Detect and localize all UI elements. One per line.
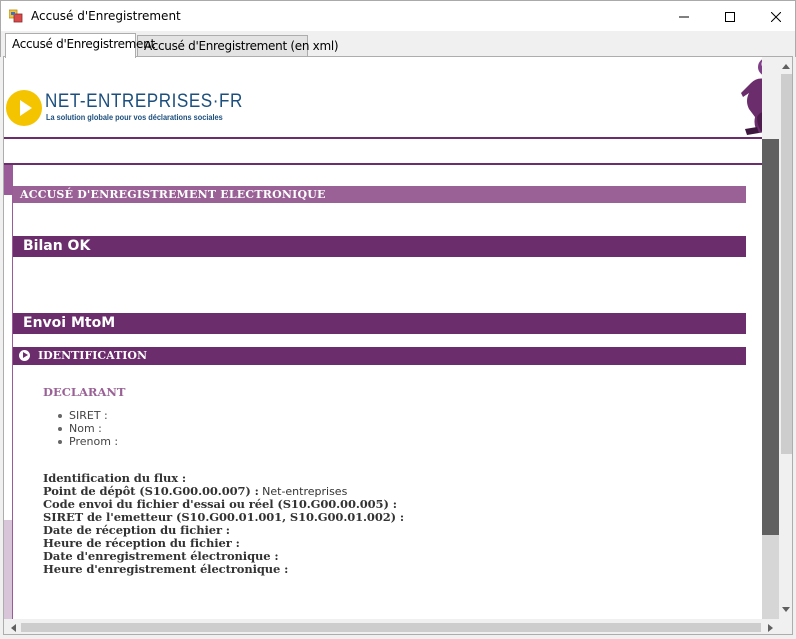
- content-top-divider: [4, 163, 762, 165]
- title-bar: Accusé d'Enregistrement: [0, 0, 796, 31]
- document-viewport: NET-ENTREPRISES·FR La solution globale p…: [3, 56, 793, 635]
- section-bilan: Bilan OK: [13, 236, 746, 257]
- maximize-icon: [725, 11, 735, 22]
- minimize-button[interactable]: [661, 1, 707, 32]
- scroll-left-arrow-icon: [10, 624, 16, 632]
- scroll-down-arrow-icon: [782, 606, 790, 612]
- close-icon: [771, 11, 781, 22]
- brand-name: NET-ENTREPRISES·FR: [45, 91, 243, 112]
- declarant-prenom: Prenom :: [55, 435, 118, 448]
- flux-label: Point de dépôt (S10.G00.00.007) :: [43, 484, 259, 498]
- flux-label: Date d'enregistrement électronique :: [43, 549, 279, 563]
- scroll-right-button[interactable]: [763, 621, 777, 634]
- left-accent-stripe: [4, 165, 12, 195]
- declarant-heading: DECLARANT: [43, 385, 126, 399]
- left-border-line: [12, 165, 13, 620]
- tab-accuse-xml[interactable]: Accusé d'Enregistrement (en xml): [137, 35, 339, 57]
- scroll-left-button[interactable]: [6, 621, 20, 634]
- flux-label: Identification du flux :: [43, 471, 187, 485]
- declarant-siret: SIRET :: [55, 409, 118, 422]
- outer-vertical-scroll-thumb[interactable]: [781, 74, 792, 454]
- inner-vertical-scroll-track[interactable]: [762, 535, 779, 619]
- tab-accuse[interactable]: Accusé d'Enregistrement: [5, 33, 155, 58]
- flux-label: SIRET de l'emetteur (S10.G00.01.001, S10…: [43, 510, 405, 524]
- section-envoi: Envoi MtoM: [13, 313, 746, 334]
- horizontal-scroll-thumb[interactable]: [21, 623, 761, 632]
- scroll-up-button[interactable]: [779, 59, 792, 73]
- maximize-button[interactable]: [707, 1, 753, 32]
- header-divider: [4, 137, 762, 139]
- scroll-right-arrow-icon: [767, 624, 773, 632]
- scroll-up-arrow-icon: [782, 63, 790, 69]
- minimize-icon: [679, 16, 689, 17]
- flux-label: Heure de réception du fichier :: [43, 536, 240, 550]
- flux-details: Identification du flux : Point de dépôt …: [43, 472, 404, 576]
- play-logo-icon: [20, 100, 32, 116]
- declarant-nom: Nom :: [55, 422, 118, 435]
- brand-tagline: La solution globale pour vos déclaration…: [46, 113, 223, 122]
- tab-strip: Accusé d'Enregistrement Accusé d'Enregis…: [0, 31, 796, 58]
- flux-label: Heure d'enregistrement électronique :: [43, 562, 289, 576]
- flux-row: Heure d'enregistrement électronique :: [43, 563, 404, 576]
- section-bullet-icon: [19, 350, 30, 361]
- app-icon: [8, 9, 23, 23]
- flux-label: Code envoi du fichier d'essai ou réel (S…: [43, 497, 397, 511]
- inner-vertical-scroll-thumb[interactable]: [762, 139, 779, 535]
- close-button[interactable]: [753, 1, 796, 32]
- flux-label: Date de réception du fichier :: [43, 523, 230, 537]
- section-identification-label: IDENTIFICATION: [38, 349, 148, 362]
- window-title: Accusé d'Enregistrement: [31, 9, 181, 23]
- scroll-down-button[interactable]: [779, 602, 792, 616]
- section-title-accuse: ACCUSÉ D'ENREGISTREMENT ELECTRONIQUE: [13, 186, 746, 203]
- section-identification: IDENTIFICATION: [13, 347, 746, 365]
- left-accent-stripe-lower: [4, 520, 12, 620]
- declarant-list: SIRET : Nom : Prenom :: [55, 409, 118, 448]
